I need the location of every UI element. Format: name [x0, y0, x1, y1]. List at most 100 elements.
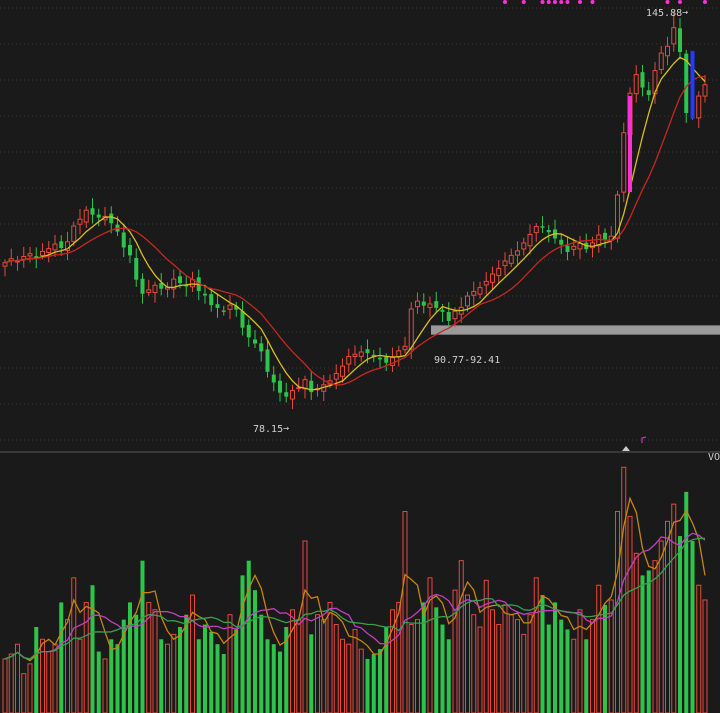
candle-body-up: [333, 372, 339, 380]
top-signal-dot: [678, 0, 682, 4]
candle-body-down: [646, 90, 651, 95]
volume-bar-up: [165, 643, 170, 713]
candle-body-down: [215, 304, 220, 308]
candle-body-down: [434, 301, 439, 308]
volume-bar-up: [471, 614, 477, 713]
volume-bar-up: [396, 601, 402, 713]
top-signal-dot: [578, 0, 582, 4]
top-signal-dot: [565, 0, 570, 4]
volume-indicator-label: VOL: [708, 452, 720, 463]
volume-bar-up: [321, 619, 327, 713]
candle-body-down: [284, 392, 289, 397]
volume-bar-up: [671, 503, 677, 713]
low-price-arrow-icon: →: [283, 423, 290, 434]
top-signal-dot: [665, 0, 670, 4]
volume-bar-up: [496, 624, 502, 713]
volume-bar-up: [352, 628, 358, 713]
volume-bar-up: [21, 673, 27, 713]
volume-bar-up: [2, 658, 8, 713]
volume-bar-up: [71, 577, 77, 713]
top-signal-dot: [559, 0, 564, 4]
volume-bar-down: [134, 614, 139, 713]
candle-body-down: [59, 241, 64, 249]
candle-body-up: [533, 226, 539, 234]
volume-bar-up: [590, 619, 595, 713]
candle-body-up: [352, 353, 358, 358]
candle-body-down: [365, 349, 370, 354]
blue-signal-bar: [690, 50, 695, 119]
volume-bar-down: [678, 536, 682, 713]
candle-body-down: [128, 244, 132, 256]
candle-body-up: [702, 84, 708, 97]
candle-body-up: [396, 350, 402, 358]
volume-bar-up: [8, 653, 14, 713]
candle-body-down: [253, 339, 257, 344]
volume-bar-down: [184, 614, 189, 713]
candle: [621, 122, 627, 203]
volume-bar-down: [96, 651, 101, 713]
volume-bar-down: [378, 649, 382, 713]
volume-bar-up: [402, 511, 408, 713]
volume-bar-up: [465, 594, 470, 713]
candle-body-down: [178, 276, 182, 284]
volume-bar-down: [646, 570, 651, 713]
volume-bar-down: [565, 629, 570, 713]
stock-chart[interactable]: [0, 0, 720, 713]
candle-body-up: [658, 52, 664, 71]
volume-bar-down: [234, 629, 239, 713]
volume-bar-up: [152, 609, 158, 713]
candle-body-down: [603, 232, 607, 241]
candle-body-up: [427, 303, 433, 308]
candle-body-down: [271, 374, 276, 383]
volume-bar-up: [665, 520, 670, 713]
volume-bar-up: [621, 466, 627, 713]
top-signal-dot: [521, 0, 526, 4]
candle-body-up: [358, 351, 364, 357]
volume-bar-up: [333, 624, 339, 713]
volume-bar-up: [577, 609, 583, 713]
top-signal-dot: [546, 0, 551, 4]
candle-body-down: [559, 239, 564, 245]
volume-bar-up: [508, 614, 514, 713]
volume-bar-down: [446, 639, 451, 713]
candle-body-down: [121, 232, 126, 248]
volume-bar-up: [533, 577, 539, 713]
candle-body-up: [346, 356, 352, 365]
volume-bar-down: [115, 644, 120, 713]
candle-body-down: [96, 214, 101, 218]
volume-bar-up: [515, 619, 520, 713]
volume-bar-up: [702, 599, 708, 713]
top-signal-dot: [553, 0, 557, 4]
candle-body-down: [203, 293, 207, 296]
candle-body-up: [40, 250, 45, 257]
volume-bar-down: [546, 624, 551, 713]
candle-body-up: [2, 262, 8, 267]
candle-body-up: [621, 132, 627, 193]
volume-bar-down: [259, 614, 264, 713]
candle-body-down: [140, 278, 145, 294]
high-price-arrow-icon: →: [682, 7, 689, 18]
volume-bar-up: [77, 638, 83, 713]
volume-bar-down: [365, 658, 370, 713]
volume-bar-down: [90, 585, 95, 713]
volume-bar-down: [178, 627, 182, 713]
candle-body-up: [483, 280, 489, 286]
top-signal-dot: [703, 0, 707, 4]
candle-body-up: [415, 300, 420, 308]
candle-body-down: [259, 343, 264, 352]
volume-bar-up: [227, 614, 233, 713]
volume-bar-down: [371, 654, 376, 713]
candle-body-up: [508, 254, 514, 264]
candle-body-up: [290, 389, 295, 400]
volume-bar-up: [102, 658, 108, 713]
candle-body-down: [240, 311, 245, 328]
volume-bar-up: [483, 579, 489, 713]
volume-bar-up: [502, 604, 508, 713]
candle-body-down: [134, 257, 139, 280]
candle-body-down: [640, 72, 645, 88]
volume-bar-down: [559, 619, 564, 713]
volume-bar-down: [203, 624, 207, 713]
candle-body-down: [265, 349, 270, 372]
high-price-label: 145.88: [646, 8, 683, 19]
volume-bar-down: [421, 602, 426, 713]
